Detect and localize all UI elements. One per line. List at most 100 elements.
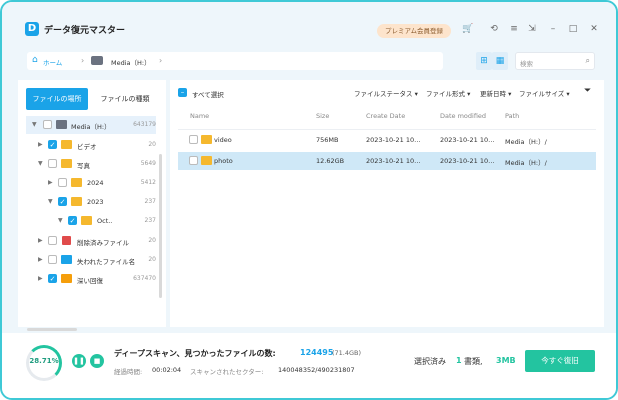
tree-count: 637470: [133, 275, 156, 282]
vertical-scrollbar[interactable]: [159, 154, 162, 298]
location-panel: ファイルの場所 ファイルの種類 ▼ Media（H:） 643179 ▶ ✓ ビ…: [18, 80, 166, 327]
tree-item-deep[interactable]: ▶ ✓ 深い回復 637470: [26, 270, 156, 288]
breadcrumb-current[interactable]: Media（H:）: [111, 57, 151, 67]
selection-unit: 書類,: [464, 357, 483, 366]
tree-count: 5649: [140, 160, 156, 167]
selection-size: 3MB: [496, 356, 516, 365]
close-icon[interactable]: ✕: [588, 23, 600, 35]
drive-icon: [56, 120, 67, 129]
header-divider: [178, 129, 596, 130]
caret-down-icon[interactable]: ▼: [32, 121, 37, 128]
caret-down-icon[interactable]: ▼: [48, 198, 53, 205]
refresh-icon[interactable]: ⟲: [488, 23, 500, 35]
sectors-label: スキャンされたセクター:: [190, 368, 264, 376]
maximize-icon[interactable]: □: [567, 23, 579, 35]
column-header-create-date[interactable]: Create Date: [366, 112, 405, 120]
app-logo-icon: D: [25, 22, 39, 36]
tree-count: 643179: [133, 121, 156, 128]
filter-modified-date[interactable]: 更新日時 ▾: [480, 88, 511, 98]
column-header-path[interactable]: Path: [505, 112, 519, 120]
tree-label: 2023: [87, 198, 104, 206]
checkbox[interactable]: [189, 135, 198, 144]
caret-right-icon[interactable]: ▶: [48, 179, 53, 186]
cart-icon[interactable]: 🛒: [462, 23, 474, 35]
tab-file-location[interactable]: ファイルの場所: [26, 88, 88, 110]
file-path: Media（H:）/: [505, 159, 547, 167]
caret-right-icon[interactable]: ▶: [38, 275, 43, 282]
folder-icon: [71, 178, 82, 187]
chevron-right-icon: ›: [81, 56, 85, 65]
select-all-label[interactable]: すべて選択: [192, 89, 224, 99]
column-header-name[interactable]: Name: [190, 112, 209, 120]
checkbox[interactable]: [48, 255, 57, 264]
tree-item-lost[interactable]: ▶ 失われたファイル名 20: [26, 251, 156, 269]
home-icon[interactable]: ⌂: [32, 55, 38, 65]
tab-file-type[interactable]: ファイルの種類: [90, 88, 160, 110]
filter-file-status[interactable]: ファイルステータス ▾: [354, 88, 418, 98]
folder-icon: [201, 135, 212, 144]
folder-icon: [61, 159, 72, 168]
scan-status-label: ディープスキャン、見つかったファイルの数:: [114, 349, 276, 358]
column-header-date-modified[interactable]: Date modified: [440, 112, 486, 120]
checkbox[interactable]: ✓: [68, 216, 77, 225]
pause-icon[interactable]: ❚❚: [72, 354, 86, 368]
file-modified-date: 2023-10-21 10…: [440, 157, 495, 165]
table-row[interactable]: photo 12.62GB 2023-10-21 10… 2023-10-21 …: [178, 152, 596, 170]
tree-label: ビデオ: [77, 143, 97, 151]
select-all-checkbox[interactable]: –: [178, 88, 187, 97]
checkbox[interactable]: ✓: [48, 140, 57, 149]
file-modified-date: 2023-10-21 10…: [440, 136, 495, 144]
tree-label: 削除済みファイル: [77, 239, 129, 247]
tree-item-2024[interactable]: ▶ 2024 5412: [26, 174, 156, 192]
checkbox[interactable]: [43, 120, 52, 129]
stop-icon[interactable]: ■: [90, 354, 104, 368]
search-input[interactable]: 検索 ⌕: [515, 52, 595, 70]
filter-file-format[interactable]: ファイル形式 ▾: [426, 88, 470, 98]
tree-count: 20: [148, 141, 156, 148]
filter-icon[interactable]: ⏷: [584, 86, 591, 96]
horizontal-scrollbar[interactable]: [27, 328, 77, 331]
premium-button[interactable]: プレミアム会員登録: [377, 24, 451, 38]
column-header-size[interactable]: Size: [316, 112, 329, 120]
progress-percent: 28.71%: [29, 357, 59, 365]
checkbox[interactable]: [189, 156, 198, 165]
file-name: photo: [214, 157, 233, 165]
caret-down-icon[interactable]: ▼: [58, 217, 63, 224]
tree-count: 237: [144, 217, 156, 224]
caret-right-icon[interactable]: ▶: [38, 141, 43, 148]
app-title: データ復元マスター: [44, 26, 126, 36]
tree-label: 写真: [77, 162, 90, 170]
menu-icon[interactable]: ≡: [508, 23, 520, 35]
file-name: video: [214, 136, 232, 144]
table-row[interactable]: video 756MB 2023-10-21 10… 2023-10-21 10…: [178, 131, 596, 149]
breadcrumb-home[interactable]: ホーム: [43, 57, 62, 67]
lost-files-icon: [61, 255, 72, 264]
checkbox[interactable]: [58, 178, 67, 187]
checkbox[interactable]: [48, 236, 57, 245]
caret-down-icon[interactable]: ▼: [38, 160, 43, 167]
grid-view-icon[interactable]: ⊞: [476, 52, 492, 70]
file-create-date: 2023-10-21 10…: [366, 157, 421, 165]
file-size: 12.62GB: [316, 157, 345, 165]
list-view-icon[interactable]: ▦: [492, 52, 508, 70]
tree-item-deleted[interactable]: ▶ 削除済みファイル 20: [26, 232, 156, 250]
checkbox[interactable]: [48, 159, 57, 168]
caret-right-icon[interactable]: ▶: [38, 256, 43, 263]
minimize-icon[interactable]: –: [547, 23, 559, 35]
tree-item-video[interactable]: ▶ ✓ ビデオ 20: [26, 136, 156, 154]
tree-item-2023[interactable]: ▼ ✓ 2023 237: [26, 193, 156, 211]
caret-right-icon[interactable]: ▶: [38, 237, 43, 244]
filter-file-size[interactable]: ファイルサイズ ▾: [519, 88, 570, 98]
drive-icon: [91, 56, 103, 65]
tree-item-photo[interactable]: ▼ 写真 5649: [26, 155, 156, 173]
recover-now-button[interactable]: 今すぐ復旧: [525, 350, 595, 372]
tree-label: 失われたファイル名: [77, 258, 136, 266]
tree-item-oct[interactable]: ▼ ✓ Oct.. 237: [26, 212, 156, 230]
file-path: Media（H:）/: [505, 138, 547, 146]
checkbox[interactable]: ✓: [58, 197, 67, 206]
selection-count: 1: [456, 356, 462, 365]
checkbox[interactable]: ✓: [48, 274, 57, 283]
feedback-icon[interactable]: ⇲: [526, 23, 538, 35]
search-icon[interactable]: ⌕: [586, 56, 590, 66]
tree-item-media[interactable]: ▼ Media（H:） 643179: [26, 116, 156, 134]
